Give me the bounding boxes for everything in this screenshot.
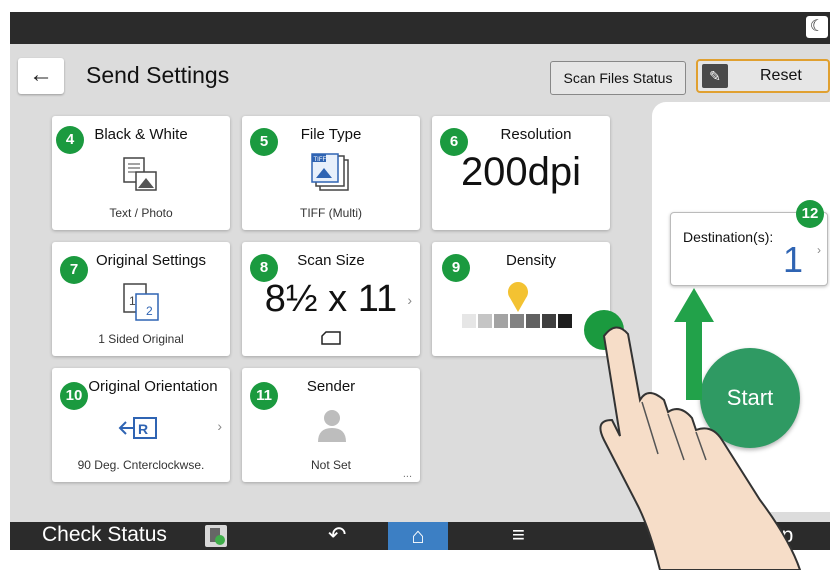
callout-badge-7: 7	[60, 256, 88, 284]
back-button[interactable]: ←	[18, 58, 64, 94]
menu-icon[interactable]: ≡	[512, 522, 525, 548]
callout-badge-11: 11	[250, 382, 278, 410]
resolution-value: 200dpi	[460, 150, 582, 194]
more-icon: ...	[402, 468, 412, 480]
chevron-right-icon: ›	[817, 243, 821, 257]
svg-text:R: R	[138, 421, 148, 437]
density-step[interactable]	[494, 314, 508, 328]
reset-icon: ✎	[702, 64, 728, 88]
callout-badge-5: 5	[250, 128, 278, 156]
density-marker-icon[interactable]	[508, 282, 528, 312]
night-mode-icon[interactable]: ☾	[806, 16, 828, 38]
start-button[interactable]: Start	[700, 348, 800, 448]
callout-badge-9: 9	[442, 254, 470, 282]
icon-number-1: 1	[129, 294, 136, 308]
density-step[interactable]	[510, 314, 524, 328]
chevron-right-icon: ›	[407, 292, 412, 308]
tile-label: Original Settings	[95, 252, 207, 269]
scan-files-status-button[interactable]: Scan Files Status	[550, 61, 686, 95]
tile-label: Resolution	[500, 126, 572, 143]
tile-value: Not Set	[310, 458, 352, 472]
density-step[interactable]	[558, 314, 572, 328]
check-status-button[interactable]: Check Status	[42, 523, 167, 547]
callout-badge-6: 6	[440, 128, 468, 156]
tile-label: Density	[505, 252, 557, 269]
tiff-icon-text: TIFF	[314, 157, 327, 163]
back-nav-icon[interactable]: ↶	[328, 522, 346, 548]
bottom-nav-bar: Check Status ↶ ⌂ ≡ pp	[10, 522, 830, 550]
top-status-bar: ☾	[10, 12, 830, 44]
tile-value: 90 Deg. Cnterclockwse.	[77, 458, 205, 472]
density-step[interactable]	[462, 314, 476, 328]
callout-badge-12: 12	[796, 200, 824, 228]
tile-label: Original Orientation	[88, 378, 218, 395]
reset-label: Reset	[760, 67, 802, 84]
device-screen: ☾ ← Send Settings Scan Files Status ✎ Re…	[10, 12, 830, 550]
density-scale	[462, 282, 572, 328]
density-step[interactable]	[526, 314, 540, 328]
header: ← Send Settings Scan Files Status ✎ Rese…	[10, 44, 830, 104]
density-step[interactable]	[478, 314, 492, 328]
chevron-right-icon: ›	[217, 418, 222, 434]
reset-button[interactable]: ✎ Reset	[696, 59, 830, 93]
tile-value: Text / Photo	[109, 206, 173, 220]
document-photo-icon	[123, 157, 157, 191]
callout-badge-8: 8	[250, 254, 278, 282]
paper-orientation-icon	[321, 331, 341, 345]
tiff-file-icon: TIFF	[311, 153, 349, 191]
scan-size-value: 8½ x 11	[264, 278, 398, 320]
density-step[interactable]	[542, 314, 556, 328]
person-icon	[318, 410, 346, 442]
tile-value: 1 Sided Original	[98, 332, 184, 346]
app-label-partial: pp	[770, 524, 794, 547]
tile-value: TIFF (Multi)	[300, 206, 362, 220]
job-status-icon[interactable]	[205, 525, 227, 547]
destination-label: Destination(s):	[683, 229, 774, 245]
callout-badge-10: 10	[60, 382, 88, 410]
rotation-orientation-icon: R	[118, 417, 157, 439]
one-sided-original-icon: 1 2	[123, 283, 159, 321]
right-panel	[652, 102, 830, 512]
icon-number-2: 2	[146, 304, 153, 318]
callout-badge-4: 4	[56, 126, 84, 154]
destination-count: 1	[782, 239, 803, 280]
home-icon[interactable]: ⌂	[388, 522, 448, 550]
page-title: Send Settings	[86, 62, 230, 88]
